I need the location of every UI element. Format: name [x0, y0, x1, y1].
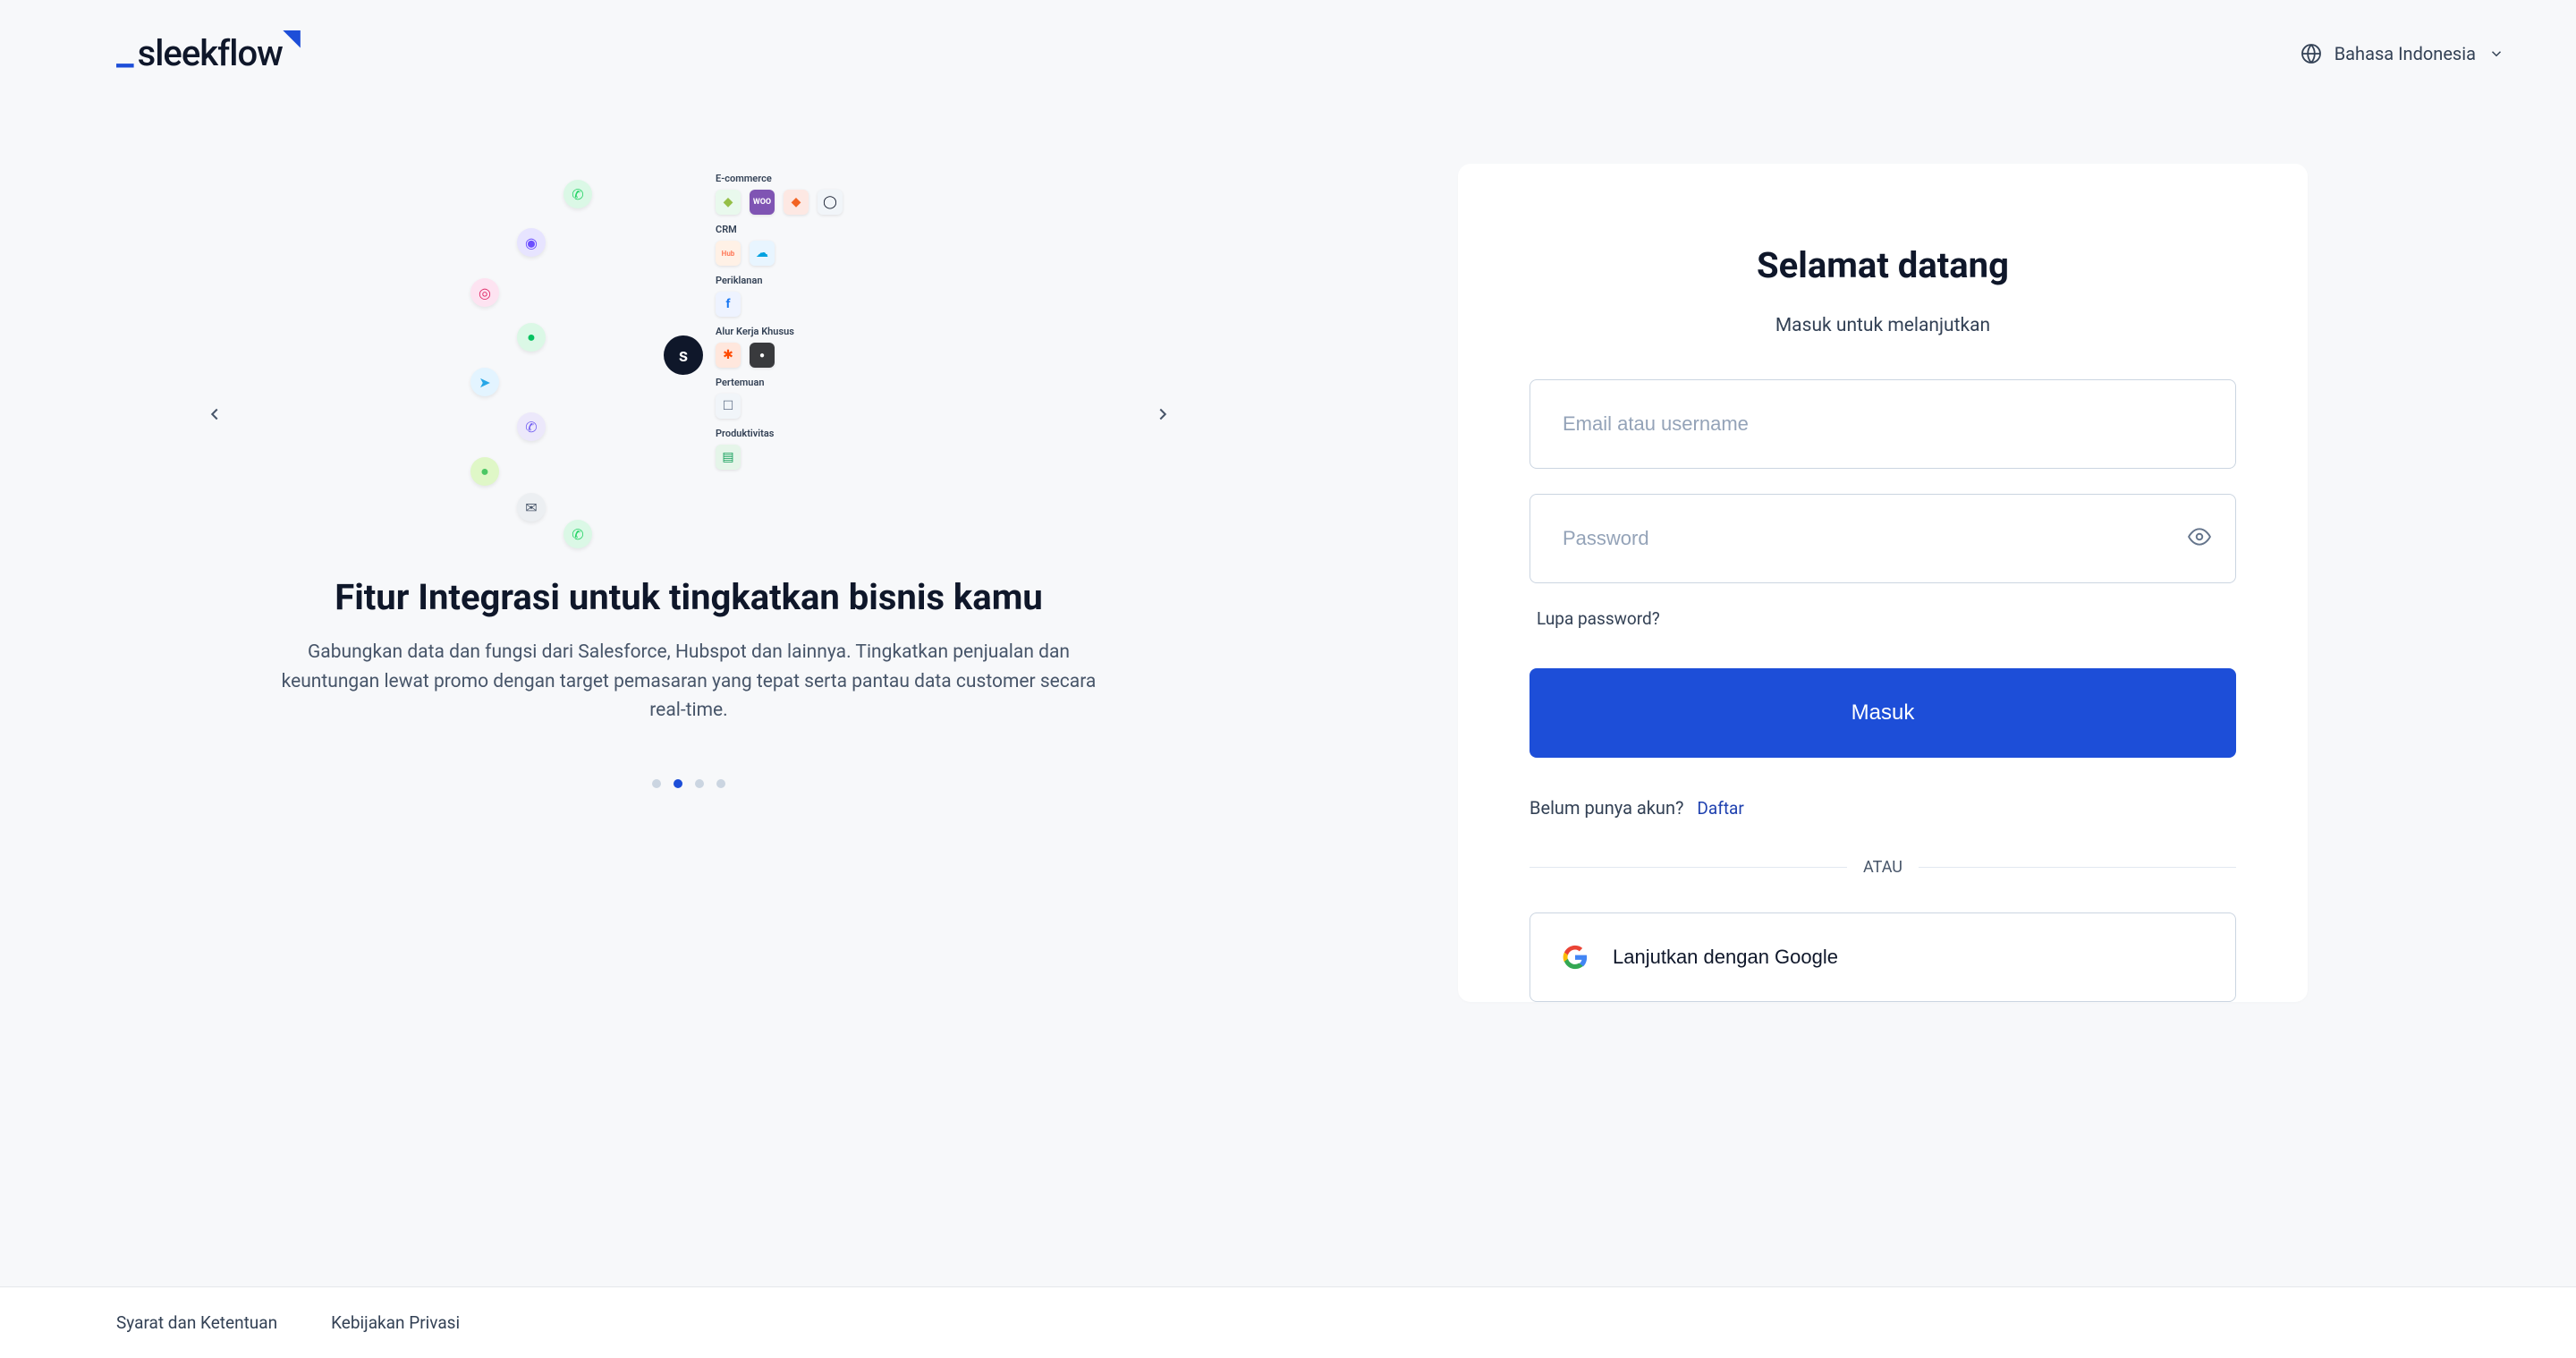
viber-icon: ✆ — [517, 412, 546, 441]
carousel: ✆ ◉ ◎ ● ➤ ✆ ● ✉ ✆ s E-commerce ◆ WOO ◆ ◯ — [197, 164, 1181, 788]
woocommerce-icon: WOO — [750, 190, 775, 215]
section-workflow: Alur Kerja Khusus — [716, 326, 921, 337]
sleekflow-node: s — [664, 335, 703, 375]
whatsapp-icon: ✆ — [564, 180, 592, 208]
carousel-dot-0[interactable] — [652, 779, 661, 788]
magento-icon: ◆ — [784, 190, 809, 215]
integration-categories: E-commerce ◆ WOO ◆ ◯ CRM Hub ☁ — [716, 173, 921, 479]
language-switcher[interactable]: Bahasa Indonesia — [2301, 43, 2504, 64]
carousel-dots — [242, 779, 1136, 788]
logo[interactable]: _ sleekflow — [116, 32, 304, 74]
chevron-left-icon — [205, 404, 225, 424]
logo-text: sleekflow — [138, 32, 283, 74]
sheets-icon: ▤ — [716, 445, 741, 470]
chevron-down-icon — [2488, 46, 2504, 62]
line-icon: ● — [470, 457, 499, 486]
terms-link[interactable]: Syarat dan Ketentuan — [116, 1312, 277, 1333]
form-title: Selamat datang — [1530, 244, 2236, 286]
signup-link[interactable]: Daftar — [1697, 798, 1743, 819]
password-field-wrapper — [1530, 494, 2236, 583]
calendar-icon: ☐ — [716, 394, 741, 419]
carousel-dot-3[interactable] — [716, 779, 725, 788]
language-label: Bahasa Indonesia — [2334, 43, 2476, 64]
hubspot-icon: Hub — [716, 241, 741, 266]
section-crm: CRM — [716, 224, 921, 235]
login-card: Selamat datang Masuk untuk melanjutkan L… — [1458, 164, 2308, 1002]
chevron-right-icon — [1153, 404, 1173, 424]
shopify-icon: ◆ — [716, 190, 741, 215]
main: ✆ ◉ ◎ ● ➤ ✆ ● ✉ ✆ s E-commerce ◆ WOO ◆ ◯ — [89, 74, 2487, 1286]
section-productivity: Produktivitas — [716, 428, 921, 439]
carousel-next[interactable] — [1145, 396, 1181, 432]
divider-label: ATAU — [1863, 858, 1902, 877]
eye-icon — [2188, 525, 2211, 548]
google-icon — [1563, 945, 1588, 970]
email-input[interactable] — [1530, 379, 2236, 469]
google-login-label: Lanjutkan dengan Google — [1613, 946, 1838, 969]
integrations-illustration: ✆ ◉ ◎ ● ➤ ✆ ● ✉ ✆ s E-commerce ◆ WOO ◆ ◯ — [456, 164, 921, 539]
section-meeting: Pertemuan — [716, 377, 921, 388]
messenger-icon: ◉ — [517, 228, 546, 257]
section-ads: Periklanan — [716, 275, 921, 286]
facebook-icon: f — [716, 292, 741, 317]
toggle-password-visibility[interactable] — [2188, 525, 2211, 552]
wechat-icon: ● — [517, 323, 546, 352]
section-ecommerce: E-commerce — [716, 173, 921, 184]
carousel-dot-1[interactable] — [674, 779, 682, 788]
footer: Syarat dan Ketentuan Kebijakan Privasi — [0, 1286, 2576, 1358]
password-input[interactable] — [1530, 494, 2236, 583]
carousel-title: Fitur Integrasi untuk tingkatkan bisnis … — [286, 575, 1091, 620]
zapier-icon: ✱ — [716, 343, 741, 368]
guard-icon: ◯ — [818, 190, 843, 215]
sms-icon: ✉ — [517, 493, 546, 522]
instagram-icon: ◎ — [470, 278, 499, 307]
carousel-description: Gabungkan data dan fungsi dari Salesforc… — [277, 638, 1100, 726]
privacy-link[interactable]: Kebijakan Privasi — [331, 1312, 460, 1333]
whatsapp2-icon: ✆ — [564, 520, 592, 548]
forgot-password-link[interactable]: Lupa password? — [1537, 608, 2236, 629]
no-account-text: Belum punya akun? — [1530, 797, 1683, 819]
submit-button[interactable]: Masuk — [1530, 668, 2236, 758]
email-field-wrapper — [1530, 379, 2236, 469]
telegram-icon: ➤ — [470, 368, 499, 396]
form-subtitle: Masuk untuk melanjutkan — [1530, 315, 2236, 336]
make-icon: ● — [750, 343, 775, 368]
salesforce-icon: ☁ — [750, 241, 775, 266]
google-login-button[interactable]: Lanjutkan dengan Google — [1530, 912, 2236, 1002]
logo-underscore: _ — [116, 30, 134, 70]
top-bar: _ sleekflow Bahasa Indonesia — [0, 0, 2576, 74]
divider: ATAU — [1530, 858, 2236, 877]
globe-icon — [2301, 43, 2322, 64]
carousel-prev[interactable] — [197, 396, 233, 432]
carousel-dot-2[interactable] — [695, 779, 704, 788]
signup-row: Belum punya akun? Daftar — [1530, 797, 2236, 819]
logo-corner-accent — [283, 30, 301, 48]
